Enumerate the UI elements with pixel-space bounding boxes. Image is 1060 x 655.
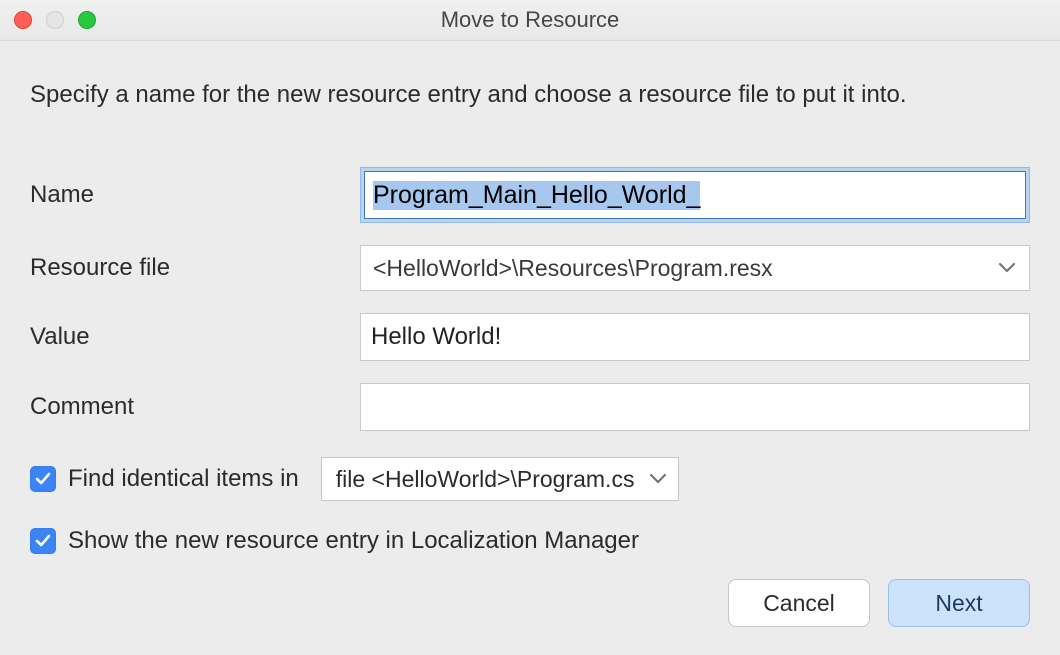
- find-identical-label: Find identical items in: [68, 465, 299, 493]
- find-identical-checkbox[interactable]: [30, 466, 56, 492]
- label-name: Name: [30, 181, 360, 209]
- label-resource-file: Resource file: [30, 254, 360, 282]
- resource-file-value: <HelloWorld>\Resources\Program.resx: [373, 255, 773, 282]
- show-in-lm-checkbox[interactable]: [30, 528, 56, 554]
- button-row: Cancel Next: [30, 579, 1030, 627]
- next-button[interactable]: Next: [888, 579, 1030, 627]
- form: Name Resource file <HelloWorld>\Resource…: [30, 167, 1030, 431]
- find-identical-scope-value: file <HelloWorld>\Program.cs: [336, 466, 635, 493]
- label-value: Value: [30, 323, 360, 351]
- dialog-prompt: Specify a name for the new resource entr…: [30, 79, 1030, 111]
- window-controls: [14, 11, 96, 29]
- titlebar: Move to Resource: [0, 0, 1060, 41]
- comment-input[interactable]: [360, 383, 1030, 431]
- name-input[interactable]: [364, 171, 1026, 219]
- minimize-icon: [46, 11, 64, 29]
- dialog-body: Specify a name for the new resource entr…: [0, 41, 1060, 655]
- cancel-button[interactable]: Cancel: [728, 579, 870, 627]
- value-input[interactable]: [360, 313, 1030, 361]
- close-icon[interactable]: [14, 11, 32, 29]
- find-identical-scope-select[interactable]: file <HelloWorld>\Program.cs: [321, 457, 680, 501]
- name-field-focus-ring: [360, 167, 1030, 223]
- show-in-lm-row: Show the new resource entry in Localizat…: [30, 527, 1030, 555]
- chevron-down-icon: [999, 263, 1015, 273]
- chevron-down-icon: [650, 474, 666, 484]
- window-title: Move to Resource: [441, 7, 620, 33]
- label-comment: Comment: [30, 393, 360, 421]
- zoom-icon[interactable]: [78, 11, 96, 29]
- find-identical-row: Find identical items in file <HelloWorld…: [30, 457, 1030, 501]
- resource-file-select[interactable]: <HelloWorld>\Resources\Program.resx: [360, 245, 1030, 291]
- show-in-lm-label: Show the new resource entry in Localizat…: [68, 527, 639, 555]
